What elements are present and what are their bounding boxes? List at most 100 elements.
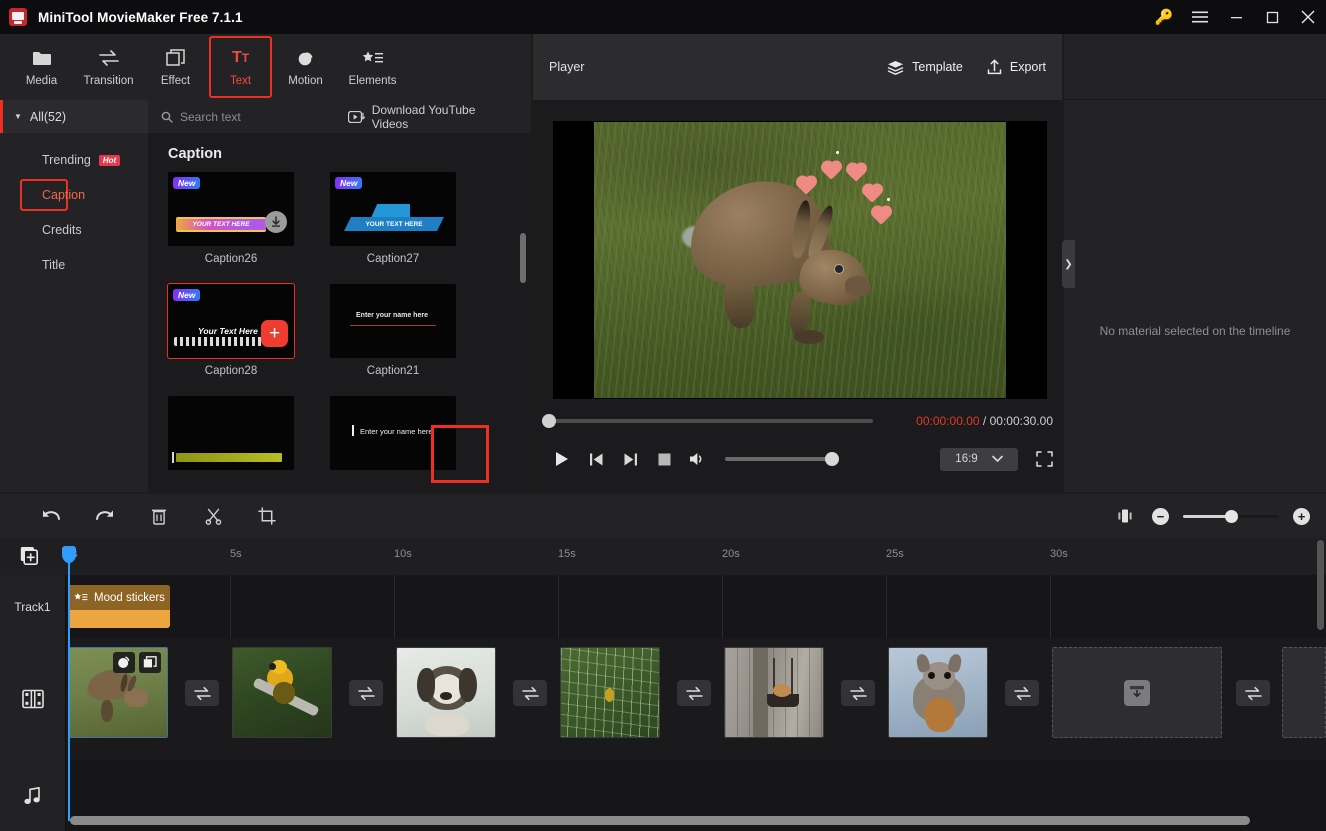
template-thumbnail[interactable]: New YOUR TEXT HERE — [168, 172, 294, 246]
delete-button[interactable] — [132, 501, 186, 531]
volume-handle[interactable] — [825, 452, 839, 466]
music-icon — [23, 786, 40, 804]
download-youtube-button[interactable]: Download YouTube Videos — [347, 103, 515, 131]
timeline-ruler[interactable]: 0s 5s 10s 15s 20s 25s 30s — [0, 538, 1326, 575]
play-button[interactable] — [545, 444, 579, 474]
aspect-ratio-select[interactable]: 16:9 — [940, 447, 1018, 471]
playhead[interactable] — [62, 546, 76, 821]
all-categories-row[interactable]: ▼ All(52) — [0, 100, 148, 133]
library-scrollbar[interactable] — [520, 233, 526, 283]
video-clip[interactable] — [396, 647, 496, 738]
clip-thumbnail — [725, 648, 823, 737]
previous-frame-button[interactable] — [579, 444, 613, 474]
video-clip[interactable] — [68, 647, 168, 738]
search-input[interactable] — [180, 109, 330, 124]
zoom-out-button[interactable]: − — [1152, 507, 1169, 525]
next-frame-button[interactable] — [613, 444, 647, 474]
timeline-vertical-scrollbar[interactable] — [1317, 540, 1324, 630]
template-card-selected[interactable]: New Your Text Here + Caption28 — [167, 283, 295, 377]
add-media-button[interactable] — [20, 546, 40, 566]
video-clip[interactable] — [888, 647, 988, 738]
tab-motion[interactable]: Motion — [272, 38, 339, 96]
fullscreen-button[interactable] — [1036, 451, 1053, 467]
minimize-button[interactable] — [1218, 0, 1254, 34]
preview-stage[interactable] — [553, 121, 1047, 399]
folder-icon — [32, 47, 52, 69]
template-card[interactable] — [168, 396, 294, 477]
tab-transition[interactable]: Transition — [75, 38, 142, 96]
fit-to-screen-button[interactable] — [1112, 501, 1138, 531]
crop-button[interactable] — [240, 501, 294, 531]
tab-effect[interactable]: Effect — [142, 38, 209, 96]
sidebar-item-title[interactable]: Title — [22, 249, 132, 281]
video-clip[interactable] — [232, 647, 332, 738]
video-clip[interactable] — [560, 647, 660, 738]
zoom-slider-handle[interactable] — [1225, 509, 1238, 523]
transition-slot[interactable] — [841, 680, 875, 706]
sidebar-item-caption[interactable]: Caption — [20, 179, 85, 211]
sidebar-item-credits[interactable]: Credits — [22, 214, 132, 246]
export-button[interactable]: Export — [987, 59, 1046, 75]
track-sticker-body[interactable]: Mood stickers — [66, 575, 1326, 638]
template-card[interactable]: Enter your name here Caption21 — [330, 284, 456, 377]
download-icon[interactable] — [1124, 679, 1150, 706]
sidebar-item-trending[interactable]: Trending Hot — [22, 144, 132, 176]
template-thumbnail[interactable]: New Your Text Here + — [167, 283, 295, 359]
zoom-slider[interactable] — [1183, 509, 1279, 523]
playhead-handle[interactable] — [62, 546, 76, 563]
caption-art: YOUR TEXT HERE — [176, 217, 266, 232]
transition-slot[interactable] — [1236, 680, 1270, 706]
tab-text-label: Text — [229, 75, 252, 87]
zoom-in-button[interactable]: + — [1293, 507, 1310, 525]
transition-slot[interactable] — [513, 680, 547, 706]
title-bar: MiniTool MovieMaker Free 7.1.1 🔑 — [0, 0, 1326, 34]
mask-icon[interactable] — [113, 652, 135, 673]
close-button[interactable] — [1290, 0, 1326, 34]
license-key-button[interactable]: 🔑 — [1146, 0, 1182, 34]
track-video-body[interactable] — [66, 638, 1326, 760]
track-header-sticker[interactable]: Track1 — [0, 575, 66, 638]
transition-icon — [357, 686, 375, 700]
template-card[interactable]: New YOUR TEXT HERE Caption26 — [168, 172, 294, 265]
undo-button[interactable] — [24, 501, 78, 531]
template-button[interactable]: Template — [887, 60, 963, 75]
tab-elements[interactable]: Elements — [339, 38, 406, 96]
search-container[interactable] — [148, 109, 348, 124]
placeholder-clip-partial[interactable] — [1282, 647, 1326, 738]
seek-handle[interactable] — [542, 414, 556, 428]
template-thumbnail[interactable] — [168, 396, 294, 470]
volume-slider[interactable] — [725, 452, 839, 466]
transition-slot[interactable] — [1005, 680, 1039, 706]
add-media-icon — [20, 547, 38, 565]
stop-button[interactable] — [647, 444, 681, 474]
preview-text: YOUR TEXT HERE — [192, 221, 250, 228]
maximize-button[interactable] — [1254, 0, 1290, 34]
redo-button[interactable] — [78, 501, 132, 531]
all-categories-label: All(52) — [29, 109, 67, 124]
track-header-audio[interactable] — [0, 760, 66, 831]
collapse-panel-toggle[interactable]: ❯ — [1062, 240, 1075, 288]
template-card[interactable]: New YOUR TEXT HERE Caption27 — [330, 172, 456, 265]
template-card[interactable]: Enter your name here — [330, 396, 456, 477]
tab-media[interactable]: Media — [8, 38, 75, 96]
template-thumbnail[interactable]: Enter your name here — [330, 396, 456, 470]
download-button[interactable] — [265, 211, 287, 233]
video-clip[interactable] — [724, 647, 824, 738]
transition-slot[interactable] — [185, 680, 219, 706]
transition-slot[interactable] — [677, 680, 711, 706]
timeline-horizontal-scrollbar[interactable] — [70, 816, 1250, 825]
sticker-clip[interactable]: Mood stickers — [68, 585, 170, 628]
add-to-timeline-button[interactable]: + — [261, 320, 288, 347]
placeholder-clip[interactable] — [1052, 647, 1222, 738]
split-button[interactable] — [186, 501, 240, 531]
volume-button[interactable] — [681, 444, 715, 474]
seek-slider[interactable] — [542, 414, 873, 428]
copy-icon[interactable] — [139, 652, 161, 673]
template-thumbnail[interactable]: Enter your name here — [330, 284, 456, 358]
menu-button[interactable] — [1182, 0, 1218, 34]
transition-icon — [193, 686, 211, 700]
track-header-video[interactable] — [0, 638, 66, 760]
tab-text[interactable]: TT Text — [209, 36, 272, 98]
template-thumbnail[interactable]: New YOUR TEXT HERE — [330, 172, 456, 246]
transition-slot[interactable] — [349, 680, 383, 706]
